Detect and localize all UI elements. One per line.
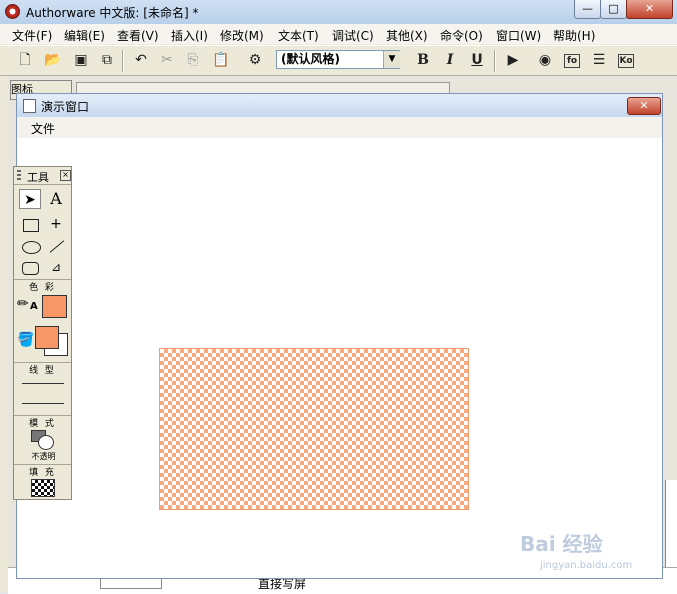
color-section-label: 色 彩 <box>14 279 71 293</box>
mode-section-label: 模 式 <box>14 415 71 429</box>
find-icon[interactable]: ⚙ <box>244 50 266 70</box>
tools-palette: 工具 × ➤ A + ⊿ 色 彩 ✏ A 🪣 线 型 模 式 不透明 填 充 <box>13 166 72 500</box>
pointer-tool-icon[interactable]: ➤ <box>19 189 41 209</box>
italic-button[interactable]: I <box>439 50 461 70</box>
fill-color-swatch[interactable] <box>35 326 59 349</box>
open-folder-icon[interactable]: 📂 <box>42 50 64 70</box>
ellipse-tool-icon[interactable] <box>22 241 41 254</box>
functions-button[interactable]: fo <box>564 54 580 68</box>
window-title: Authorware 中文版: [未命名] * <box>26 6 199 20</box>
presentation-menu-bar: 文件 <box>17 117 662 139</box>
menu-modify[interactable]: 修改(M) <box>220 27 264 44</box>
menu-help[interactable]: 帮助(H) <box>553 27 595 44</box>
menu-bar: 文件(F) 编辑(E) 查看(V) 插入(I) 修改(M) 文本(T) 调试(C… <box>0 24 677 44</box>
presentation-window-icon <box>23 99 36 113</box>
line-style-sample-thin[interactable] <box>22 383 64 384</box>
diagonal-line-tool-icon[interactable] <box>49 240 65 253</box>
menu-command[interactable]: 命令(O) <box>440 27 483 44</box>
authorware-logo-icon <box>5 4 20 19</box>
chevron-down-icon[interactable]: ▼ <box>383 51 400 68</box>
text-tool[interactable]: A <box>45 189 67 209</box>
text-color-icon: A <box>30 301 38 312</box>
drag-grip-icon[interactable] <box>17 170 21 181</box>
mode-value: 不透明 <box>31 452 56 461</box>
close-icon[interactable]: × <box>60 170 71 181</box>
style-select[interactable]: (默认风格) <box>276 50 400 69</box>
menu-other[interactable]: 其他(X) <box>386 27 428 44</box>
menu-text[interactable]: 文本(T) <box>278 27 319 44</box>
cut-icon[interactable]: ✂ <box>156 50 178 70</box>
maximize-button[interactable]: □ <box>600 0 627 19</box>
presentation-title-bar: 演示窗口 ✕ <box>17 94 662 118</box>
presentation-window: 演示窗口 ✕ 文件 <box>16 93 663 579</box>
properties-panel-edge <box>665 480 677 580</box>
paste-icon[interactable]: 📋 <box>210 50 232 70</box>
menu-debug[interactable]: 调试(C) <box>332 27 374 44</box>
control-panel-icon[interactable]: ◉ <box>534 50 556 70</box>
baidu-watermark: Bai 经验 <box>520 532 603 556</box>
tools-palette-title-bar[interactable]: 工具 × <box>14 167 71 185</box>
knowledge-objects-button[interactable]: Ko <box>618 54 634 68</box>
baidu-watermark-url: jingyan.baidu.com <box>540 560 633 571</box>
close-button[interactable]: ✕ <box>626 0 673 19</box>
fill-pattern-checker-icon[interactable] <box>31 479 55 497</box>
presentation-title: 演示窗口 <box>41 100 90 114</box>
rectangle-tool-icon[interactable] <box>23 219 39 232</box>
opaque-mode-circle-icon[interactable] <box>38 435 54 450</box>
undo-icon[interactable]: ↶ <box>130 50 152 70</box>
toolbar: 🗋 📂 ▣ ⧉ ↶ ✂ ⎘ 📋 ⚙ (默认风格) ▼ B I U ▶ ◉ fo … <box>0 45 677 76</box>
pencil-icon: ✏ <box>17 296 29 312</box>
variables-icon[interactable]: ☰ <box>588 50 610 70</box>
line-style-sample-arrow[interactable] <box>22 403 64 404</box>
menu-window[interactable]: 窗口(W) <box>496 27 541 44</box>
toolbar-separator <box>494 50 496 72</box>
line-style-section-label: 线 型 <box>14 362 71 376</box>
bold-button[interactable]: B <box>412 50 434 70</box>
main-window: Authorware 中文版: [未命名] * — □ ✕ 文件(F) 编辑(E… <box>0 0 677 594</box>
underline-button[interactable]: U <box>466 50 488 70</box>
presentation-menu-file[interactable]: 文件 <box>31 120 55 137</box>
save-all-icon[interactable]: ▣ <box>70 50 92 70</box>
toolbar-separator <box>122 50 124 72</box>
new-file-icon[interactable]: 🗋 <box>14 50 36 70</box>
title-bar: Authorware 中文版: [未命名] * — □ ✕ <box>0 0 677 25</box>
tools-palette-title: 工具 <box>27 171 49 184</box>
menu-view[interactable]: 查看(V) <box>117 27 159 44</box>
rounded-rectangle-tool-icon[interactable] <box>22 262 39 275</box>
copy-icon[interactable]: ⎘ <box>182 50 204 70</box>
menu-edit[interactable]: 编辑(E) <box>64 27 105 44</box>
menu-insert[interactable]: 插入(I) <box>171 27 208 44</box>
fill-section-label: 填 充 <box>14 464 71 478</box>
run-icon[interactable]: ▶ <box>502 50 524 70</box>
polygon-tool-icon[interactable]: ⊿ <box>45 257 67 277</box>
presentation-close-button[interactable]: ✕ <box>627 97 661 115</box>
paint-bucket-icon: 🪣 <box>17 332 35 348</box>
cross-line-tool-icon[interactable]: + <box>45 214 67 234</box>
checker-filled-rectangle[interactable] <box>159 348 469 510</box>
presentation-canvas[interactable] <box>17 138 662 578</box>
menu-file[interactable]: 文件(F) <box>12 27 52 44</box>
minimize-button[interactable]: — <box>574 0 601 19</box>
stroke-color-swatch[interactable] <box>42 295 67 318</box>
import-icon[interactable]: ⧉ <box>96 50 118 70</box>
